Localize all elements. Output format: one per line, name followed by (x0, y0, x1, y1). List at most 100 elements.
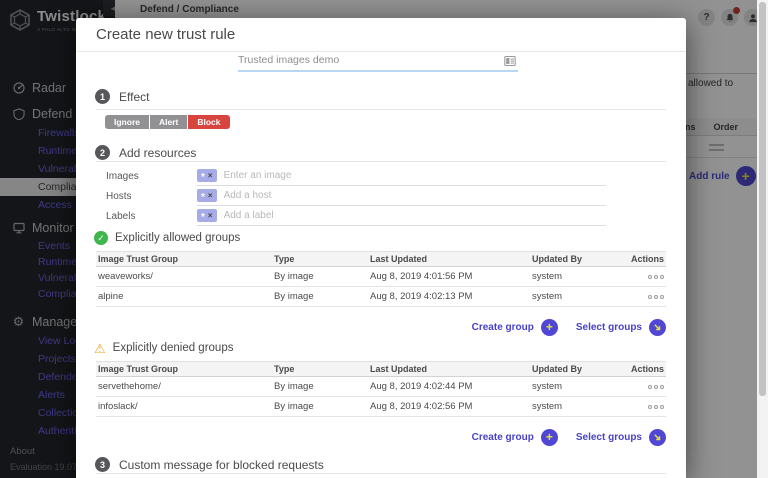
step-1-number: 1 (95, 89, 110, 104)
plus-icon: + (546, 431, 553, 443)
create-group-link[interactable]: Create group (472, 322, 534, 333)
denied-groups-title: Explicitly denied groups (113, 342, 234, 354)
cell-updated: Aug 8, 2019 4:02:13 PM (370, 291, 532, 302)
create-trust-rule-modal: Create new trust rule 1 Effect Ignore Al… (76, 18, 686, 478)
col-actions: Actions (616, 364, 666, 374)
cell-by: system (532, 401, 616, 412)
rule-name-input[interactable] (238, 54, 494, 66)
labels-resource-row: Labels * × (106, 206, 606, 226)
wildcard-label: * (201, 173, 205, 182)
col-updated-by: Updated By (532, 364, 616, 374)
diagonal-arrow-icon (653, 323, 662, 332)
col-type: Type (274, 364, 370, 374)
cell-updated: Aug 8, 2019 4:01:56 PM (370, 271, 532, 282)
warning-triangle-icon: ⚠ (94, 342, 106, 355)
actions-menu-icon[interactable] (648, 295, 664, 299)
step-1-header: 1 Effect (95, 89, 149, 104)
select-groups-link[interactable]: Select groups (576, 432, 642, 443)
divider (96, 109, 666, 110)
table-row: weaveworks/ By image Aug 8, 2019 4:01:56… (96, 267, 666, 287)
table-header-row: Image Trust Group Type Last Updated Upda… (96, 361, 666, 377)
allowed-groups-table: Image Trust Group Type Last Updated Upda… (96, 251, 666, 307)
plus-icon: + (546, 321, 553, 333)
create-group-button[interactable]: + (541, 319, 558, 336)
wildcard-chip: * × (197, 189, 217, 202)
step-3-number: 3 (95, 457, 110, 472)
col-image-trust-group: Image Trust Group (96, 364, 274, 374)
denied-groups-header: ⚠ Explicitly denied groups (94, 341, 233, 355)
col-updated-by: Updated By (532, 254, 616, 264)
col-type: Type (274, 254, 370, 264)
col-image-trust-group: Image Trust Group (96, 254, 274, 264)
select-groups-link[interactable]: Select groups (576, 322, 642, 333)
wildcard-label: * (201, 213, 205, 222)
labels-input-wrap: * × (197, 206, 606, 226)
images-label: Images (106, 171, 197, 182)
images-input-wrap: * × (197, 166, 606, 186)
denied-groups-table: Image Trust Group Type Last Updated Upda… (96, 361, 666, 417)
actions-menu-icon[interactable] (648, 405, 664, 409)
step-3-label: Custom message for blocked requests (119, 458, 324, 472)
chip-remove-icon[interactable]: × (208, 211, 213, 220)
step-1-label: Effect (119, 90, 149, 104)
modal-title: Create new trust rule (96, 26, 235, 43)
chip-remove-icon[interactable]: × (208, 191, 213, 200)
step-2-number: 2 (95, 145, 110, 160)
cell-by: system (532, 291, 616, 302)
labels-label: Labels (106, 211, 197, 222)
page-scrollbar[interactable] (757, 0, 768, 478)
create-group-button[interactable]: + (541, 429, 558, 446)
wildcard-chip: * × (197, 209, 217, 222)
select-groups-button[interactable] (649, 319, 666, 336)
step-3-header: 3 Custom message for blocked requests (95, 457, 324, 472)
cell-type: By image (274, 401, 370, 412)
table-row: infoslack/ By image Aug 8, 2019 4:02:56 … (96, 397, 666, 417)
effect-alert-button[interactable]: Alert (150, 115, 187, 129)
col-actions: Actions (616, 254, 666, 264)
images-input[interactable] (224, 170, 606, 181)
cell-group: infoslack/ (96, 401, 274, 412)
cell-type: By image (274, 271, 370, 282)
select-groups-button[interactable] (649, 429, 666, 446)
cell-group: servethehome/ (96, 381, 274, 392)
actions-menu-icon[interactable] (648, 385, 664, 389)
check-circle-icon: ✓ (94, 231, 108, 245)
hosts-input-wrap: * × (197, 186, 606, 206)
diagonal-arrow-icon (653, 433, 662, 442)
cell-group: weaveworks/ (96, 271, 274, 282)
cell-by: system (532, 381, 616, 392)
actions-menu-icon[interactable] (648, 275, 664, 279)
hosts-input[interactable] (224, 190, 606, 201)
cell-updated: Aug 8, 2019 4:02:44 PM (370, 381, 532, 392)
divider (96, 473, 666, 474)
wildcard-label: * (201, 193, 205, 202)
hosts-resource-row: Hosts * × (106, 186, 606, 206)
step-2-label: Add resources (119, 146, 196, 160)
table-header-row: Image Trust Group Type Last Updated Upda… (96, 251, 666, 267)
cell-by: system (532, 271, 616, 282)
table-row: alpine By image Aug 8, 2019 4:02:13 PM s… (96, 287, 666, 307)
effect-ignore-button[interactable]: Ignore (105, 115, 149, 129)
allowed-groups-title: Explicitly allowed groups (115, 232, 240, 244)
allowed-groups-header: ✓ Explicitly allowed groups (94, 231, 240, 245)
table-row: servethehome/ By image Aug 8, 2019 4:02:… (96, 377, 666, 397)
create-group-link[interactable]: Create group (472, 432, 534, 443)
images-resource-row: Images * × (106, 166, 606, 186)
labels-input[interactable] (224, 210, 606, 221)
scrollbar-thumb[interactable] (759, 2, 766, 396)
effect-toggle-group: Ignore Alert Block (105, 115, 230, 129)
chip-remove-icon[interactable]: × (208, 171, 213, 180)
cell-group: alpine (96, 291, 274, 302)
col-last-updated: Last Updated (370, 364, 532, 374)
rule-name-field (238, 50, 518, 72)
cell-type: By image (274, 291, 370, 302)
col-last-updated: Last Updated (370, 254, 532, 264)
cell-updated: Aug 8, 2019 4:02:56 PM (370, 401, 532, 412)
allowed-groups-actions: Create group + Select groups (472, 318, 666, 336)
divider (96, 161, 666, 162)
template-form-icon[interactable] (504, 54, 516, 72)
step-2-header: 2 Add resources (95, 145, 196, 160)
denied-groups-actions: Create group + Select groups (472, 428, 666, 446)
effect-block-button[interactable]: Block (188, 115, 229, 129)
cell-type: By image (274, 381, 370, 392)
